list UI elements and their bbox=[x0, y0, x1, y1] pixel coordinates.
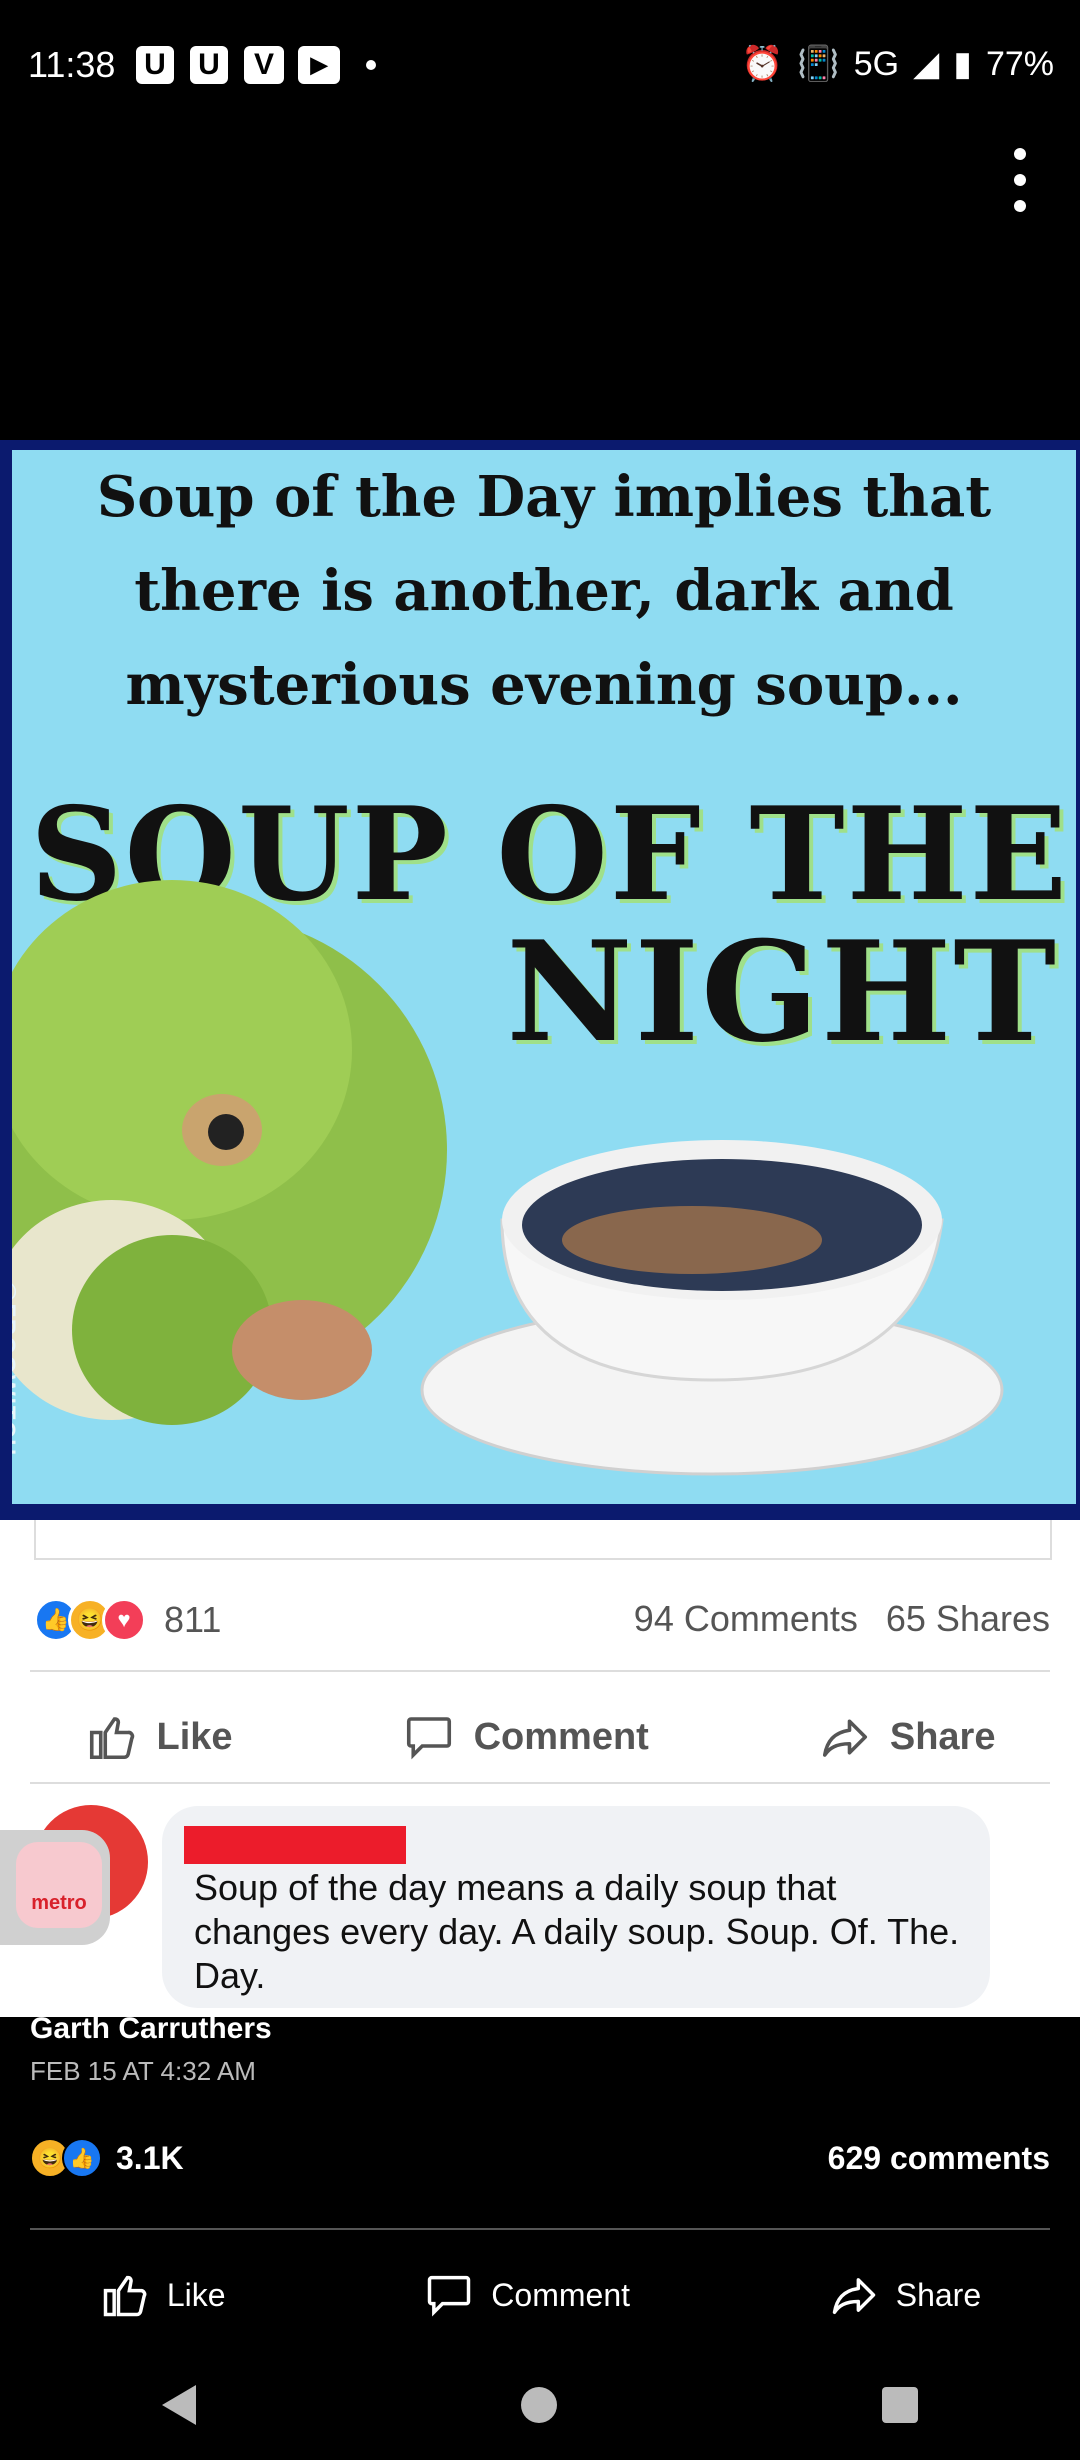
comment-icon bbox=[406, 1717, 451, 1760]
battery-icon: ▮ bbox=[953, 45, 972, 83]
post-actions: Like Comment Share bbox=[0, 2250, 1080, 2340]
reaction-count: 3.1K bbox=[116, 2139, 184, 2176]
soup-vegetables bbox=[562, 1206, 822, 1274]
battery-level: 77% bbox=[985, 44, 1054, 83]
share-button[interactable]: Share bbox=[828, 2269, 981, 2321]
like-reaction-icon: 👍 bbox=[62, 2138, 102, 2178]
recent-apps-icon[interactable] bbox=[881, 2387, 918, 2423]
youtube-icon: ▶ bbox=[298, 46, 340, 84]
like-label: Like bbox=[156, 1715, 233, 1758]
status-right: ⏰ 📳 5G ◢ ▮ 77% bbox=[741, 44, 1054, 84]
comments-count[interactable]: 629 comments bbox=[828, 2140, 1050, 2177]
vibrate-icon: 📳 bbox=[797, 45, 840, 83]
home-icon[interactable] bbox=[520, 2387, 557, 2423]
like-button[interactable]: Like bbox=[85, 1710, 233, 1764]
comment-button[interactable]: Comment bbox=[423, 2269, 630, 2321]
alarm-icon: ⏰ bbox=[741, 45, 784, 83]
signal-icon: ◢ bbox=[913, 45, 940, 83]
frog-pupil bbox=[208, 1114, 244, 1150]
comment-bubble[interactable]: Soup of the day means a daily soup that … bbox=[162, 1806, 990, 2008]
caption-box bbox=[34, 1520, 1052, 1560]
reactions-summary[interactable]: 😆 👍 3.1K bbox=[30, 2138, 184, 2178]
share-label: Share bbox=[889, 1715, 996, 1758]
comment-button[interactable]: Comment bbox=[402, 1710, 649, 1764]
comment-icon bbox=[428, 2275, 471, 2317]
post-image[interactable]: Soup of the Day implies that there is an… bbox=[0, 440, 1080, 1520]
more-options-icon[interactable] bbox=[1014, 148, 1030, 226]
post-card: 👍 😆 ♥ 811 94 Comments 65 Shares Like Com… bbox=[0, 1520, 1080, 2017]
redacted-name bbox=[184, 1826, 406, 1864]
like-button[interactable]: Like bbox=[99, 2269, 226, 2321]
share-arrow-icon bbox=[822, 1719, 867, 1757]
comment-label: Comment bbox=[491, 2276, 630, 2313]
navigation-bar bbox=[0, 2350, 1080, 2460]
reaction-count: 811 bbox=[164, 1599, 222, 1640]
status-bar: 11:38 U U V ▶ ⏰ 📳 5G ◢ ▮ 77% bbox=[0, 0, 1080, 135]
divider bbox=[30, 1782, 1050, 1784]
frog-foot bbox=[232, 1300, 372, 1400]
divider bbox=[30, 1670, 1050, 1672]
comment-label: Comment bbox=[473, 1715, 649, 1758]
notification-icon-v: V bbox=[244, 46, 284, 84]
network-label: 5G bbox=[853, 44, 900, 83]
shares-count[interactable]: 65 Shares bbox=[886, 1598, 1050, 1640]
frog-and-soup-illustration bbox=[12, 880, 1004, 1476]
watermark: @FROGWITCH bbox=[12, 1280, 20, 1458]
comment-text: Soup of the day means a daily soup that … bbox=[194, 1867, 960, 1996]
notification-icon-u: U bbox=[190, 46, 228, 84]
share-button[interactable]: Share bbox=[818, 1710, 996, 1764]
post-date: FEB 15 AT 4:32 AM bbox=[30, 2056, 256, 2086]
clock: 11:38 bbox=[28, 44, 116, 85]
meme-panel: Soup of the Day implies that there is an… bbox=[12, 450, 1076, 1504]
thumbs-up-icon bbox=[89, 1717, 134, 1760]
more-notifications-dot bbox=[366, 60, 376, 70]
share-label: Share bbox=[895, 2276, 982, 2313]
like-label: Like bbox=[166, 2276, 226, 2313]
share-arrow-icon bbox=[832, 2278, 875, 2315]
post-stats: 94 Comments 65 Shares bbox=[634, 1598, 1050, 1640]
thumbs-up-icon bbox=[103, 2275, 147, 2317]
reactions-summary[interactable]: 👍 😆 ♥ 811 bbox=[34, 1595, 221, 1645]
post-actions: Like Comment Share bbox=[0, 1682, 1080, 1792]
back-icon[interactable] bbox=[162, 2385, 197, 2425]
author-name[interactable]: Garth Carruthers bbox=[30, 2012, 272, 2046]
comments-count[interactable]: 94 Comments bbox=[634, 1598, 858, 1640]
metro-floating-tab[interactable]: metro bbox=[0, 1830, 110, 1945]
divider bbox=[30, 2228, 1050, 2230]
metro-logo: metro bbox=[16, 1842, 102, 1928]
notification-icon-u: U bbox=[136, 46, 174, 84]
love-reaction-icon: ♥ bbox=[102, 1598, 146, 1642]
